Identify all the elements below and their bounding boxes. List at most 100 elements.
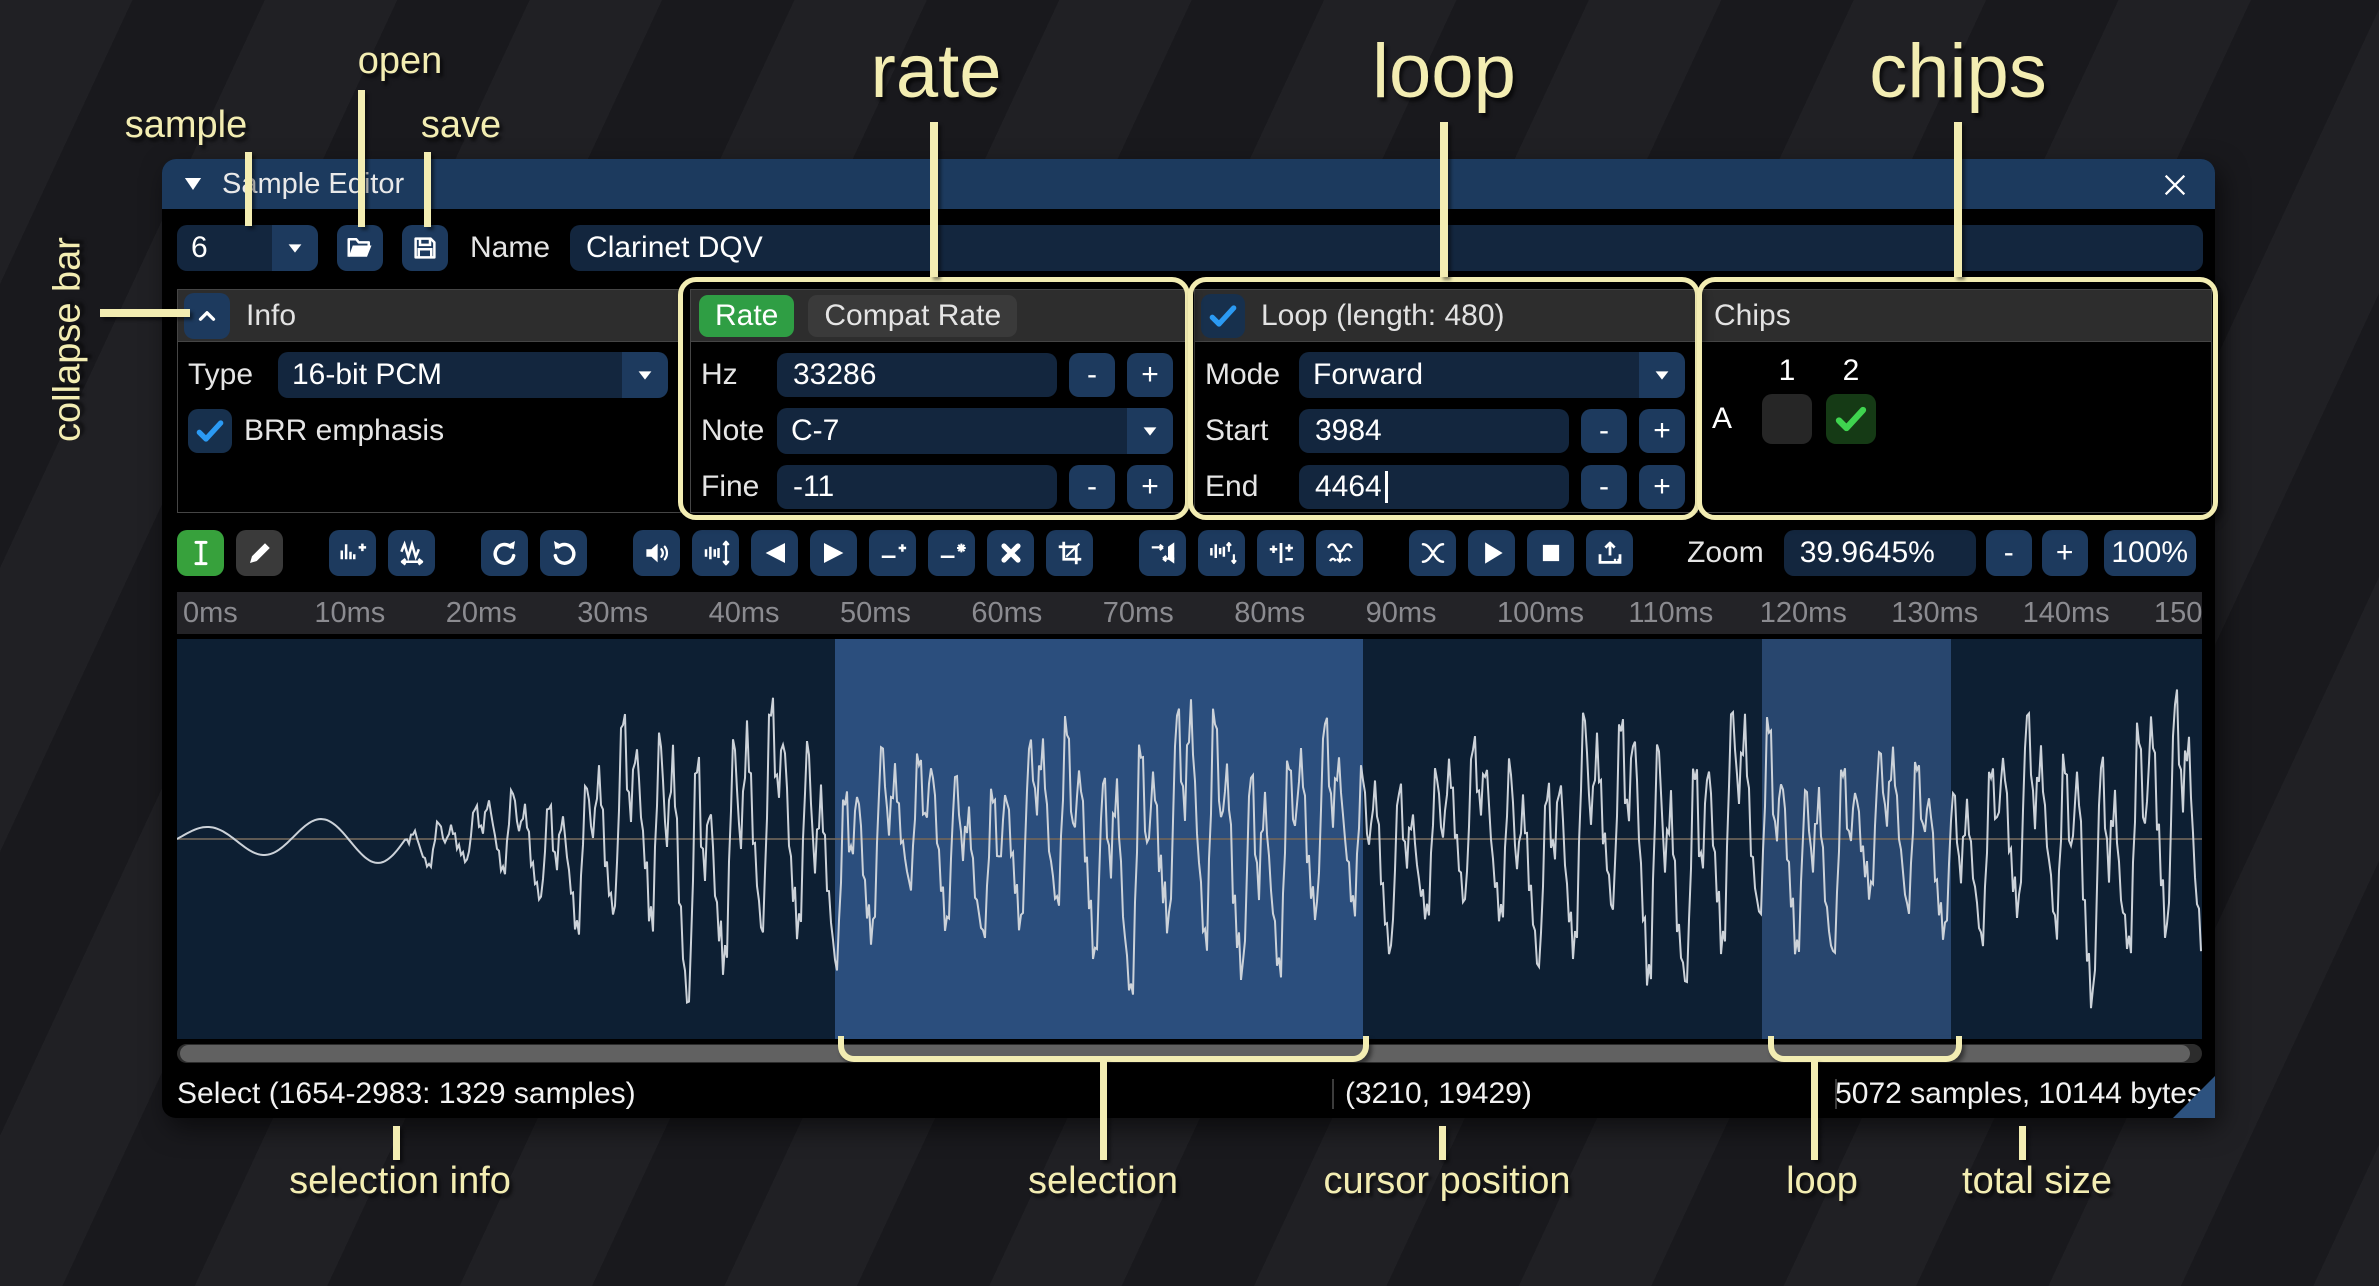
undo-icon bbox=[489, 537, 521, 569]
hz-plus-button[interactable]: + bbox=[1127, 353, 1173, 397]
close-icon bbox=[2159, 169, 2191, 201]
loop-start-input[interactable]: 3984 bbox=[1299, 409, 1569, 453]
titlebar[interactable]: Sample Editor bbox=[162, 159, 2215, 209]
trim-button[interactable] bbox=[1046, 530, 1093, 576]
arrows-speaker-icon bbox=[1148, 538, 1178, 568]
text-caret bbox=[1385, 471, 1388, 503]
reverse-button[interactable] bbox=[1139, 530, 1186, 576]
x-icon bbox=[997, 539, 1025, 567]
type-select[interactable]: 16-bit PCM bbox=[278, 352, 668, 398]
invert-button[interactable] bbox=[1198, 530, 1245, 576]
apply-silence-button[interactable] bbox=[928, 530, 975, 576]
annotation-loop-bottom-leader bbox=[1811, 1060, 1818, 1160]
collapse-triangle-icon[interactable] bbox=[180, 171, 206, 197]
info-collapse-button[interactable] bbox=[184, 293, 230, 339]
chip-row: A bbox=[1712, 394, 2211, 444]
fine-value: -11 bbox=[793, 470, 834, 504]
fade-in-button[interactable] bbox=[751, 530, 798, 576]
status-bar: Select (1654-2983: 1329 samples) (3210, … bbox=[177, 1069, 2202, 1118]
sample-dropdown-button[interactable] bbox=[272, 225, 318, 271]
fade-out-button[interactable] bbox=[810, 530, 857, 576]
redo-button[interactable] bbox=[540, 530, 587, 576]
status-separator bbox=[1332, 1079, 1334, 1109]
sample-selector[interactable]: 6 bbox=[177, 225, 318, 271]
annotation-save: save bbox=[421, 104, 501, 147]
hz-input[interactable]: 33286 bbox=[777, 353, 1057, 397]
waveform-view[interactable] bbox=[177, 639, 2202, 1039]
time-ruler[interactable]: 0ms10ms20ms30ms40ms50ms60ms70ms80ms90ms1… bbox=[177, 592, 2202, 634]
info-panel-title: Info bbox=[246, 299, 296, 333]
note-value: C-7 bbox=[777, 408, 1127, 454]
loop-start-minus-button[interactable]: - bbox=[1581, 409, 1627, 453]
chips-panel: Chips 12A bbox=[1699, 289, 2212, 513]
undo-button[interactable] bbox=[481, 530, 528, 576]
signed-unsigned-button[interactable] bbox=[1257, 530, 1304, 576]
annotation-open: open bbox=[358, 40, 443, 83]
annotation-bracket-selection bbox=[838, 1036, 1369, 1062]
loop-checkbox[interactable] bbox=[1201, 294, 1245, 338]
resample-button[interactable] bbox=[388, 530, 435, 576]
tab-compat-rate[interactable]: Compat Rate bbox=[808, 295, 1017, 337]
create-wavetable-button[interactable] bbox=[1586, 530, 1633, 576]
zoom-in-button[interactable]: + bbox=[2042, 530, 2088, 576]
rate-panel: Rate Compat Rate Hz 33286 - + Note C-7 F… bbox=[690, 289, 1186, 513]
zoom-reset-button[interactable]: 100% bbox=[2104, 530, 2196, 576]
type-dropdown-button[interactable] bbox=[622, 352, 668, 398]
brr-emphasis-checkbox[interactable] bbox=[188, 409, 232, 453]
cross-curves-icon bbox=[1418, 538, 1448, 568]
insert-silence-button[interactable] bbox=[869, 530, 916, 576]
loop-mode-dropdown-button[interactable] bbox=[1639, 352, 1685, 398]
loop-mode-select[interactable]: Forward bbox=[1299, 352, 1685, 398]
annotation-loop-bottom: loop bbox=[1786, 1160, 1858, 1203]
note-dropdown-button[interactable] bbox=[1127, 408, 1173, 454]
annotation-cursor-position: cursor position bbox=[1323, 1160, 1570, 1203]
type-value: 16-bit PCM bbox=[278, 352, 622, 398]
select-mode-button[interactable] bbox=[177, 530, 224, 576]
fine-minus-button[interactable]: - bbox=[1069, 465, 1115, 509]
plus-minus-icon bbox=[1266, 538, 1296, 568]
loop-end-input[interactable]: 4464 bbox=[1299, 465, 1569, 509]
resize-grip[interactable] bbox=[2173, 1076, 2215, 1118]
wave-plus-icon bbox=[338, 538, 368, 568]
save-sample-button[interactable] bbox=[402, 225, 448, 271]
loop-start-plus-button[interactable]: + bbox=[1639, 409, 1685, 453]
open-sample-button[interactable] bbox=[337, 225, 383, 271]
loop-end-minus-button[interactable]: - bbox=[1581, 465, 1627, 509]
normalize-button[interactable] bbox=[692, 530, 739, 576]
draw-mode-button[interactable] bbox=[236, 530, 283, 576]
filter-button[interactable] bbox=[1316, 530, 1363, 576]
ruler-tick: 10ms bbox=[314, 597, 385, 630]
stop-preview-button[interactable] bbox=[1527, 530, 1574, 576]
loop-panel: Loop (length: 480) Mode Forward Start 39… bbox=[1194, 289, 1698, 513]
annotation-open-leader bbox=[358, 90, 365, 227]
zoom-out-button[interactable]: - bbox=[1986, 530, 2032, 576]
zoom-label: Zoom bbox=[1687, 536, 1764, 570]
chevron-down-icon bbox=[634, 364, 656, 386]
chip-checkbox[interactable] bbox=[1762, 394, 1812, 444]
hz-label: Hz bbox=[701, 358, 765, 392]
loop-end-plus-button[interactable]: + bbox=[1639, 465, 1685, 509]
folder-open-icon bbox=[345, 233, 375, 263]
chip-checkbox[interactable] bbox=[1826, 394, 1876, 444]
fine-plus-button[interactable]: + bbox=[1127, 465, 1173, 509]
note-select[interactable]: C-7 bbox=[777, 408, 1173, 454]
close-button[interactable] bbox=[2157, 167, 2193, 203]
fine-input[interactable]: -11 bbox=[777, 465, 1057, 509]
chip-row-label: A bbox=[1712, 402, 1748, 436]
crossfade-button[interactable] bbox=[1409, 530, 1456, 576]
fine-label: Fine bbox=[701, 470, 765, 504]
amplify-button[interactable] bbox=[633, 530, 680, 576]
cursor-position-text: (3210, 19429) bbox=[1345, 1077, 1532, 1111]
hz-minus-button[interactable]: - bbox=[1069, 353, 1115, 397]
delete-button[interactable] bbox=[987, 530, 1034, 576]
line-plus-icon bbox=[878, 538, 908, 568]
ruler-tick: 20ms bbox=[446, 597, 517, 630]
fade-out-icon bbox=[819, 538, 849, 568]
zoom-input[interactable]: 39.9645% bbox=[1784, 530, 1976, 576]
chips-column-headers: 12 bbox=[1762, 354, 2211, 388]
tab-rate[interactable]: Rate bbox=[699, 295, 794, 337]
preview-button[interactable] bbox=[1468, 530, 1515, 576]
zoom-value: 39.9645% bbox=[1800, 536, 1935, 570]
annotation-rate: rate bbox=[871, 28, 1002, 115]
resize-button[interactable] bbox=[329, 530, 376, 576]
